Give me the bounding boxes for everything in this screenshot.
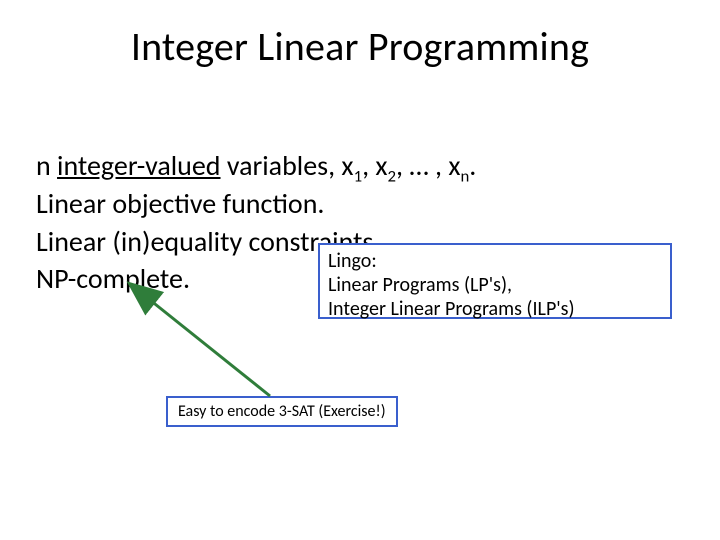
text: n — [36, 148, 57, 183]
slide: Integer Linear Programming n integer-val… — [0, 0, 720, 540]
subscript: 2 — [388, 166, 397, 187]
slide-title: Integer Linear Programming — [0, 22, 720, 71]
callout-line-2: Linear Programs (LP's), — [328, 273, 662, 297]
text: , … , x — [396, 148, 460, 183]
callout-line-3: Integer Linear Programs (ILP's) — [328, 297, 662, 321]
text-underlined: integer-valued — [57, 148, 220, 183]
callout-box: Lingo: Linear Programs (LP's), Integer L… — [318, 243, 672, 319]
text: , x — [362, 148, 387, 183]
line-2: Linear objective function. — [36, 186, 684, 222]
callout-line-1: Lingo: — [328, 249, 662, 273]
subscript: n — [460, 166, 469, 187]
text: variables, x — [221, 148, 354, 183]
subscript: 1 — [354, 166, 363, 187]
line-1: n integer-valued variables, x1, x2, … , … — [36, 148, 684, 184]
text: . — [469, 148, 476, 183]
note-box: Easy to encode 3-SAT (Exercise!) — [166, 396, 398, 427]
